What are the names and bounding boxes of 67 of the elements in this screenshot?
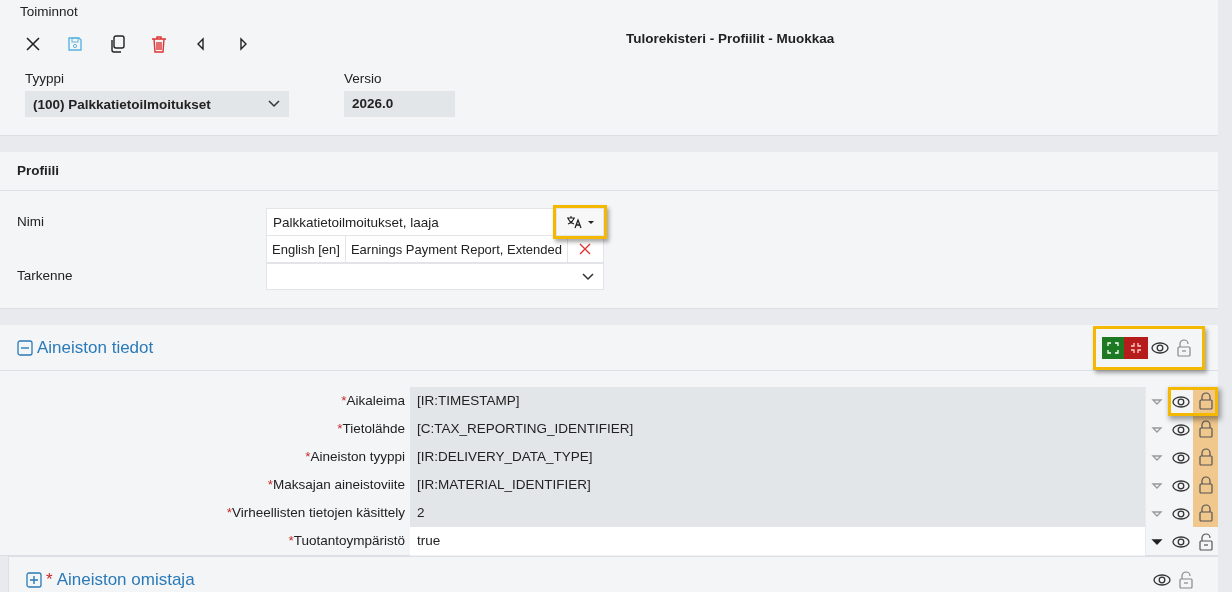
section-title[interactable]: Aineiston omistaja — [56, 569, 195, 590]
field-label: Virheellisten tietojen käsittely — [231, 504, 405, 522]
lock-icon[interactable] — [1197, 504, 1214, 522]
required-asterisk: * — [288, 532, 294, 550]
language-cell: English [en] — [267, 236, 346, 262]
eye-icon[interactable] — [1151, 340, 1169, 355]
expand-icon[interactable] — [26, 571, 42, 588]
field-label: Tuotantoympäristö — [293, 532, 405, 550]
copy-icon[interactable] — [109, 35, 125, 53]
chevron-down-icon — [581, 271, 595, 282]
field-label: Tietolähde — [342, 420, 405, 438]
section-title[interactable]: Aineiston tiedot — [37, 337, 154, 358]
lock-icon[interactable] — [1197, 476, 1214, 494]
triangle-down-icon[interactable] — [1151, 537, 1163, 546]
required-asterisk: * — [46, 569, 53, 590]
eye-icon[interactable] — [1171, 534, 1190, 549]
eye-icon[interactable] — [1171, 450, 1190, 465]
corners-icon — [1107, 341, 1119, 354]
field-label: Aikaleima — [346, 392, 405, 410]
value-field[interactable]: [IR:TIMESTAMP] — [410, 387, 1145, 416]
value-field[interactable]: 2 — [410, 499, 1145, 528]
field-label: Maksajan aineistoviite — [272, 476, 405, 494]
expand-all-button[interactable] — [1102, 336, 1124, 359]
translation-cell: Earnings Payment Report, Extended — [345, 236, 568, 262]
value-field[interactable]: true — [410, 527, 1145, 556]
trash-icon[interactable] — [151, 35, 167, 53]
corners-inward-icon — [1130, 341, 1142, 354]
caret-right-icon[interactable] — [238, 37, 248, 51]
value-field[interactable]: [IR:MATERIAL_IDENTIFIER] — [410, 471, 1145, 500]
value-field[interactable]: [IR:DELIVERY_DATA_TYPE] — [410, 443, 1145, 472]
eye-icon[interactable] — [1171, 506, 1190, 521]
collapse-icon[interactable] — [17, 339, 33, 356]
required-asterisk: * — [226, 504, 232, 522]
lock-icon[interactable] — [1197, 420, 1214, 438]
required-asterisk: * — [341, 392, 347, 410]
collapse-all-button[interactable] — [1124, 336, 1148, 359]
panel-title: Profiili — [0, 152, 1218, 191]
translate-icon — [565, 215, 582, 229]
lock-icon[interactable] — [1197, 448, 1214, 466]
eye-icon[interactable] — [1171, 478, 1190, 493]
page-title: Tulorekisteri - Profiilit - Muokkaa — [626, 30, 835, 46]
eye-icon[interactable] — [1153, 572, 1171, 587]
type-select[interactable]: (100) Palkkatietoilmoitukset — [25, 91, 289, 117]
field-label: Aineiston tyyppi — [310, 448, 405, 466]
required-asterisk: * — [267, 476, 273, 494]
remove-icon[interactable] — [579, 243, 592, 255]
version-field: 2026.0 — [344, 91, 455, 117]
required-asterisk: * — [305, 448, 311, 466]
caret-left-icon[interactable] — [196, 37, 206, 51]
close-icon[interactable] — [25, 36, 41, 52]
caret-down-icon — [586, 219, 595, 225]
field-label: Versio — [344, 70, 383, 88]
value-field[interactable]: [C:TAX_REPORTING_IDENTIFIER] — [410, 415, 1145, 444]
unlocked-lock-icon[interactable] — [1176, 338, 1192, 357]
toolbar-title: Toiminnot — [19, 3, 79, 21]
required-asterisk: * — [337, 420, 343, 438]
eye-icon[interactable] — [1171, 422, 1190, 437]
field-label: Nimi — [16, 213, 45, 231]
field-label: Tarkenne — [16, 267, 74, 285]
eye-icon[interactable] — [1171, 394, 1190, 409]
chevron-down-icon — [267, 99, 281, 109]
lock-icon[interactable] — [1197, 392, 1214, 410]
translate-button[interactable] — [556, 208, 604, 236]
unlocked-lock-icon[interactable] — [1178, 570, 1194, 589]
unlocked-lock-icon[interactable] — [1197, 532, 1214, 551]
field-label: Tyyppi — [25, 70, 66, 88]
name-field[interactable]: Palkkatietoilmoitukset, laaja — [266, 208, 556, 236]
